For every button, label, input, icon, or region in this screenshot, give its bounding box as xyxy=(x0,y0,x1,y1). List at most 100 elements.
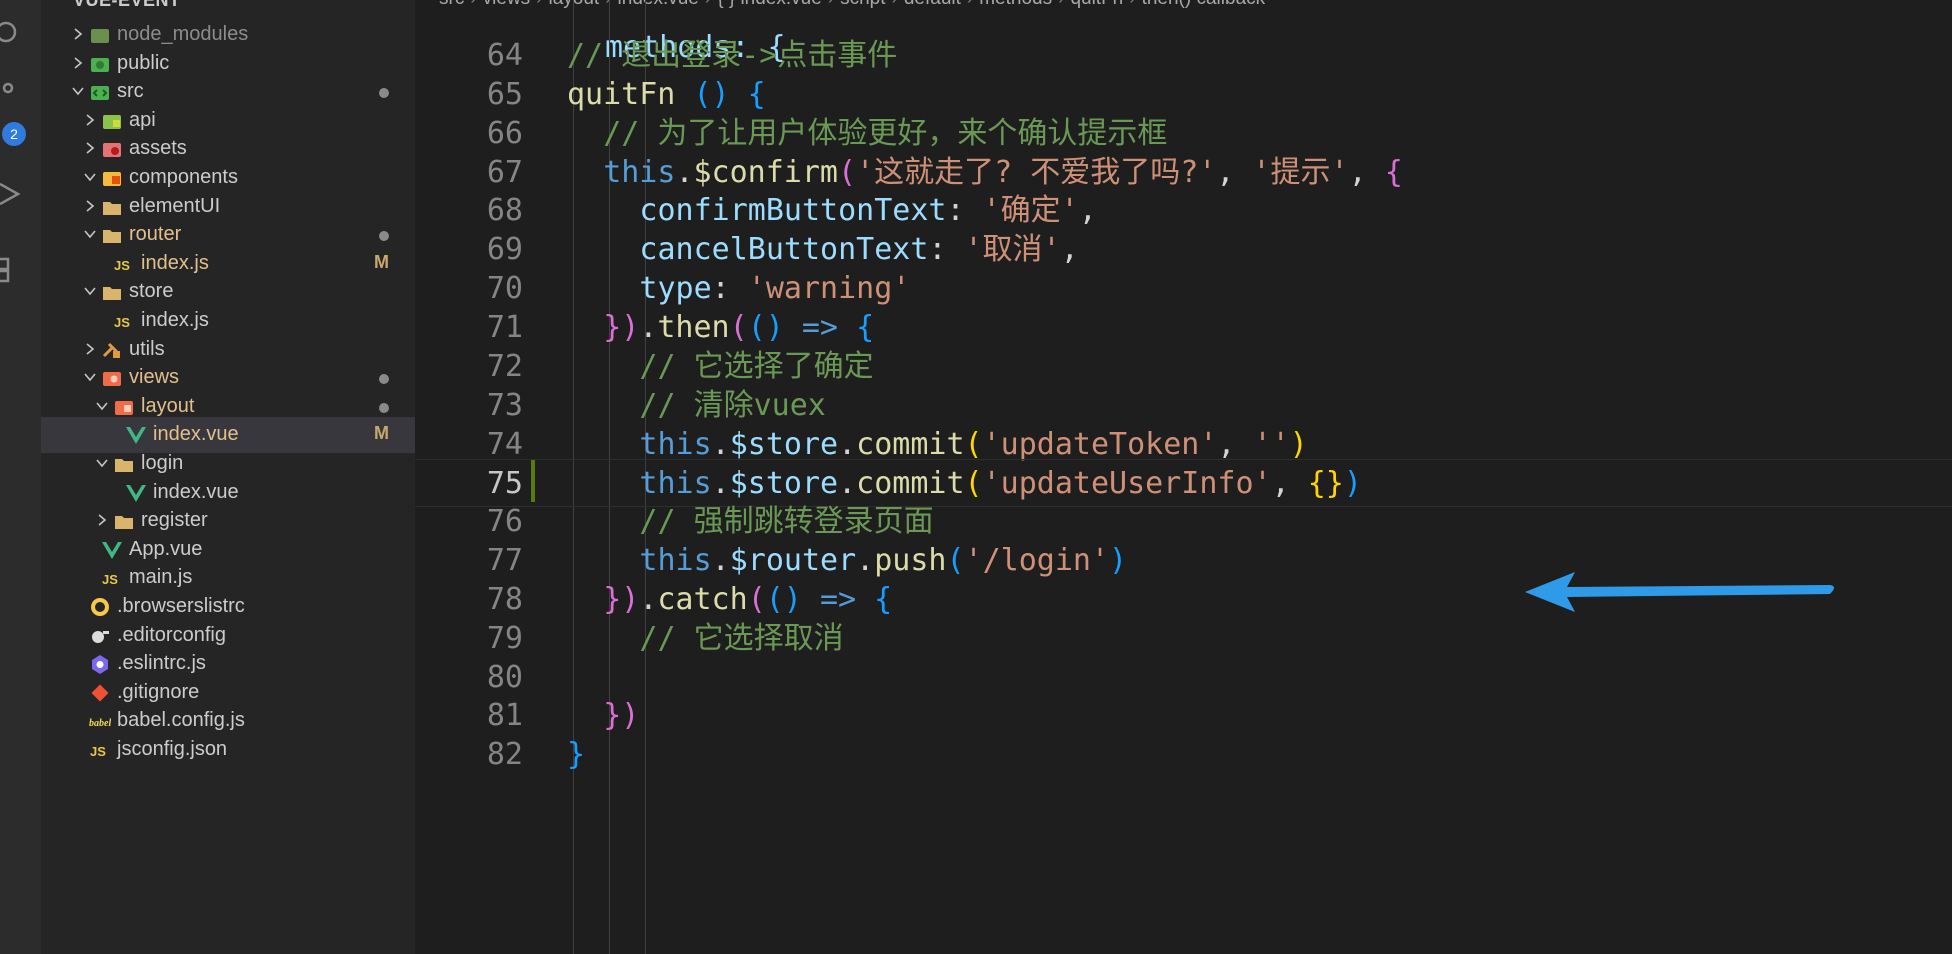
code-token: this xyxy=(639,466,712,502)
code-token: ( xyxy=(838,154,857,190)
chevron-down-icon[interactable] xyxy=(83,370,97,384)
chevron-right-icon[interactable] xyxy=(95,513,109,527)
js-file-icon: JS xyxy=(114,258,130,273)
extensions-icon[interactable] xyxy=(0,255,22,283)
code-token: ( xyxy=(964,466,983,502)
public-folder-icon xyxy=(91,57,109,72)
code-token: '确定' xyxy=(982,193,1079,229)
code-token: cancelButtonText xyxy=(639,232,929,268)
layout-folder-icon xyxy=(115,400,133,415)
explorer-title[interactable]: VUE-EVENT xyxy=(73,0,181,11)
components-folder-icon xyxy=(103,172,121,186)
eslint-icon xyxy=(92,655,108,675)
code-token: }) xyxy=(603,581,640,617)
chevron-down-icon[interactable] xyxy=(83,170,97,184)
code-token: $confirm xyxy=(693,154,839,190)
tree-item-label: router xyxy=(129,223,182,246)
search-icon[interactable] xyxy=(0,18,22,46)
code-line[interactable]: 82} xyxy=(415,731,1952,779)
chevron-down-icon[interactable] xyxy=(95,456,109,470)
code-token: // 它选择了确定 xyxy=(639,348,874,384)
code-token: () xyxy=(765,581,802,617)
code-token: // 退出登录->点击事件 xyxy=(567,38,898,73)
chevron-right-icon[interactable] xyxy=(83,199,97,213)
code-token: catch xyxy=(657,581,748,617)
code-token: => xyxy=(801,309,838,345)
js-file-icon: JS xyxy=(114,315,130,330)
line-number: 82 xyxy=(486,737,523,773)
tree-item-label: api xyxy=(129,108,156,131)
git-status-badge: M xyxy=(374,251,389,272)
modified-dot xyxy=(379,231,389,242)
code-token: // 清除vuex xyxy=(639,387,826,423)
code-token: '提示' xyxy=(1252,154,1349,190)
code-token: confirmButtonText xyxy=(639,193,947,229)
tree-item-label: index.vue xyxy=(153,423,239,446)
tree-item-label: register xyxy=(141,509,208,532)
code-token: ( xyxy=(964,426,983,462)
tree-item-label: .gitignore xyxy=(117,680,200,703)
git-status-badge: M xyxy=(374,423,389,444)
chevron-right-icon[interactable] xyxy=(71,56,85,70)
tree-item-label: index.vue xyxy=(153,480,239,503)
code-token: { xyxy=(856,309,875,345)
code-token: . xyxy=(711,426,730,462)
code-text: } xyxy=(567,731,585,779)
folder-icon xyxy=(115,516,133,530)
chevron-right-icon[interactable] xyxy=(83,113,97,127)
chevron-down-icon[interactable] xyxy=(83,227,97,241)
vue-file-icon xyxy=(102,541,122,559)
code-token: ) xyxy=(1289,426,1308,462)
folder-icon xyxy=(115,459,133,472)
code-token: '' xyxy=(1253,426,1290,462)
code-token: then xyxy=(657,309,730,345)
code-token: '/login' xyxy=(964,543,1110,579)
src-folder-icon xyxy=(91,86,109,101)
code-token: ( xyxy=(729,309,748,345)
router-folder-icon xyxy=(103,230,121,244)
vue-file-icon xyxy=(126,427,146,445)
tree-item-label: layout xyxy=(141,394,195,417)
activity-bar: 2 xyxy=(0,0,41,954)
code-token: . xyxy=(675,154,694,190)
code-token: ) xyxy=(1109,543,1128,579)
source-control-icon[interactable] xyxy=(0,80,22,108)
code-token: ) xyxy=(1343,466,1362,502)
vue-file-icon xyxy=(126,484,146,502)
code-token: : xyxy=(711,271,748,307)
code-token: commit xyxy=(856,466,965,502)
tree-item[interactable]: JS jsconfig.json xyxy=(41,732,415,768)
browserslist-icon xyxy=(91,598,109,616)
code-token: // 为了让用户体验更好，来个确认提示框 xyxy=(603,115,1168,151)
chevron-down-icon[interactable] xyxy=(71,84,85,98)
code-token: 'warning' xyxy=(747,271,911,307)
code-token: '这就走了? 不爱我了吗?' xyxy=(856,154,1217,190)
svg-text:JS: JS xyxy=(102,572,118,587)
code-token: 'updateUserInfo' xyxy=(982,466,1272,502)
code-token: quitFn xyxy=(567,76,676,112)
tree-item-label: login xyxy=(141,452,184,474)
chevron-down-icon[interactable] xyxy=(83,284,97,298)
tree-item-label: .editorconfig xyxy=(117,623,226,646)
run-debug-icon[interactable] xyxy=(0,180,22,208)
editorconfig-icon xyxy=(92,630,109,643)
code-token: () xyxy=(693,76,730,112)
chevron-right-icon[interactable] xyxy=(83,342,97,356)
chevron-down-icon[interactable] xyxy=(95,399,109,413)
tree-item-label: node_modules xyxy=(117,23,249,45)
js-file-icon: JS xyxy=(90,744,106,759)
assets-folder-icon xyxy=(103,143,121,158)
modified-dot xyxy=(379,374,389,385)
tree-item-label: index.js xyxy=(141,309,209,331)
code-token: : xyxy=(946,193,983,229)
chevron-right-icon[interactable] xyxy=(83,141,97,155)
tree-item-label: utils xyxy=(129,337,165,360)
js-file-icon: JS xyxy=(102,572,118,587)
git-icon xyxy=(91,684,109,702)
code-editor[interactable]: src›views›layout›index.vue›{ } index.vue… xyxy=(415,0,1952,954)
code-token: push xyxy=(874,543,947,579)
chevron-right-icon[interactable] xyxy=(71,27,85,41)
